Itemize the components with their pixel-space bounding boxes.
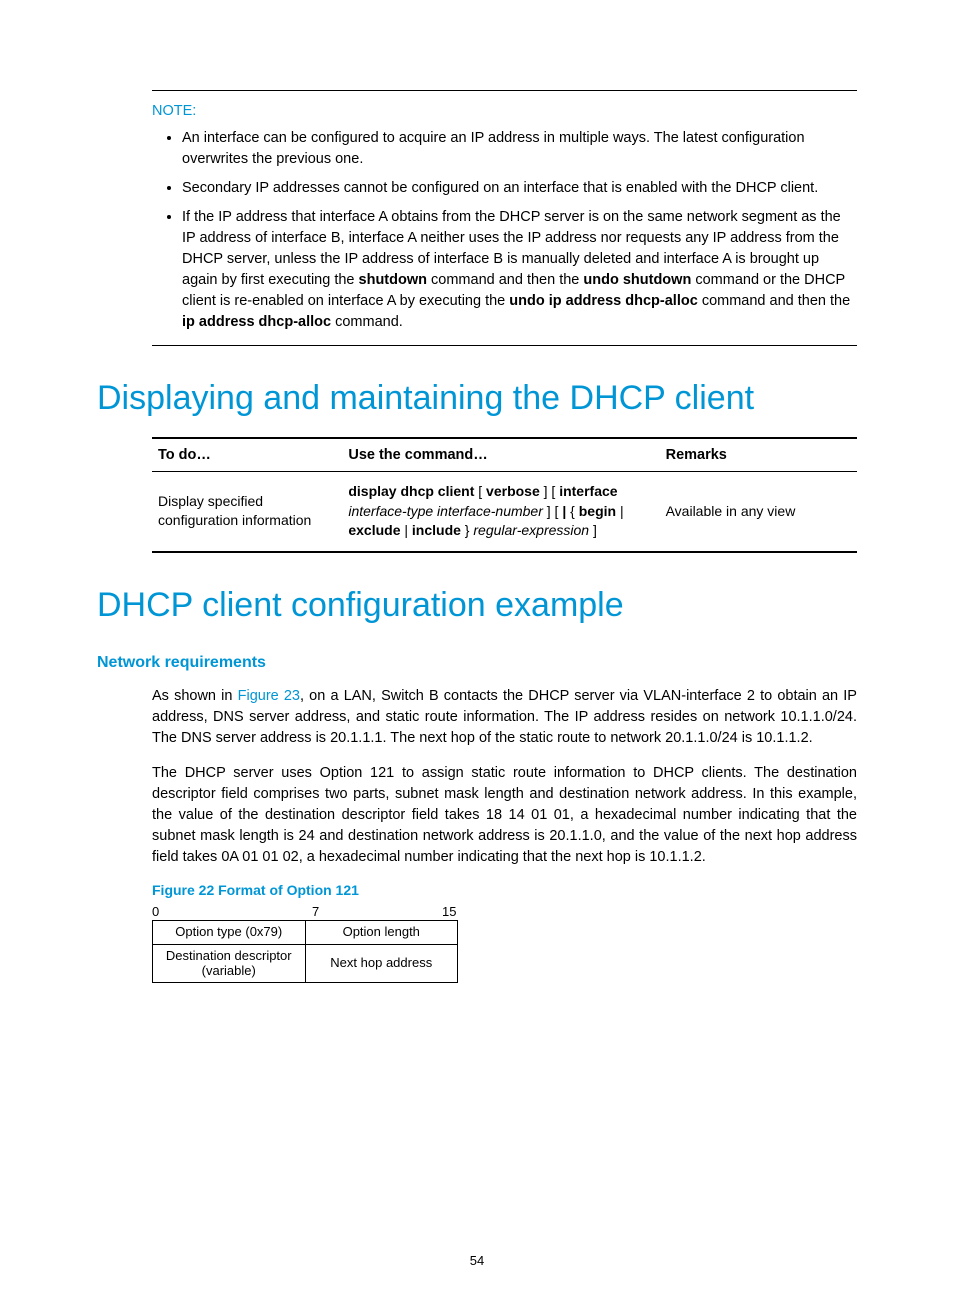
heading-example: DHCP client configuration example: [97, 585, 857, 626]
heading-displaying: Displaying and maintaining the DHCP clie…: [97, 378, 857, 419]
note-item: An interface can be configured to acquir…: [182, 128, 857, 170]
note-label: NOTE:: [152, 101, 857, 122]
fig-cell-option-length: Option length: [305, 920, 458, 944]
cell-remarks: Available in any view: [660, 471, 857, 551]
ruler-15: 15: [442, 904, 456, 919]
th-remarks: Remarks: [660, 438, 857, 472]
fig-cell-option-type: Option type (0x79): [153, 920, 306, 944]
note-box: NOTE: An interface can be configured to …: [152, 90, 857, 346]
note-item: Secondary IP addresses cannot be configu…: [182, 178, 857, 199]
ruler-0: 0: [152, 904, 159, 919]
fig-cell-dest-descriptor: Destination descriptor(variable): [153, 944, 306, 983]
th-todo: To do…: [152, 438, 342, 472]
command-table: To do… Use the command… Remarks Display …: [152, 437, 857, 553]
table-row: Display specified configuration informat…: [152, 471, 857, 551]
figure-ref-link[interactable]: Figure 23: [238, 688, 300, 704]
page-number: 54: [0, 1253, 954, 1268]
subhead-network-req: Network requirements: [97, 654, 857, 672]
note-list: An interface can be configured to acquir…: [152, 128, 857, 333]
ruler-7: 7: [312, 904, 319, 919]
paragraph: As shown in Figure 23, on a LAN, Switch …: [152, 686, 857, 749]
paragraph: The DHCP server uses Option 121 to assig…: [152, 763, 857, 868]
option-121-figure: 0 7 15 Option type (0x79) Option length …: [152, 904, 857, 984]
cell-todo: Display specified configuration informat…: [152, 471, 342, 551]
fig-cell-next-hop: Next hop address: [305, 944, 458, 983]
figure-caption: Figure 22 Format of Option 121: [152, 882, 857, 898]
cell-command: display dhcp client [ verbose ] [ interf…: [342, 471, 659, 551]
note-item: If the IP address that interface A obtai…: [182, 207, 857, 333]
th-command: Use the command…: [342, 438, 659, 472]
